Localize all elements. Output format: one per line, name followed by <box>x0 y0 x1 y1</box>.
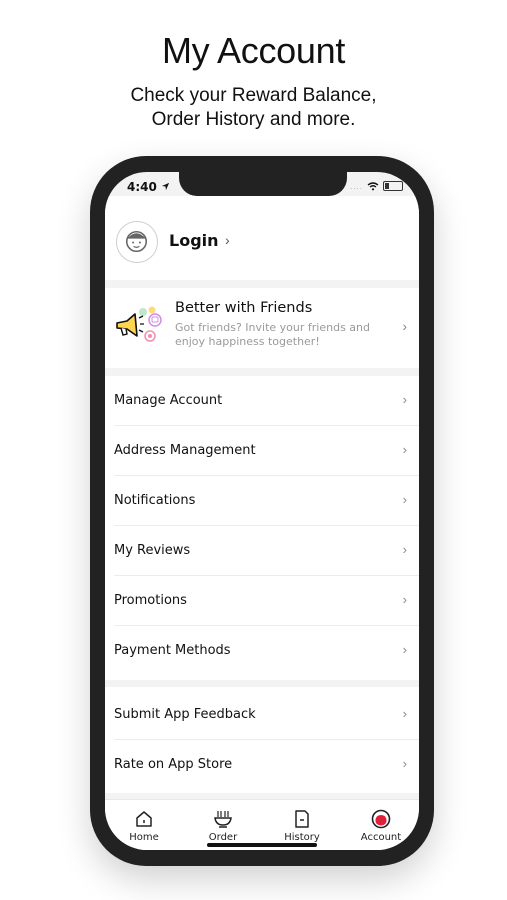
tab-account[interactable]: Account <box>346 808 416 843</box>
promo-subtitle-line-1: Check your Reward Balance, <box>130 85 377 106</box>
menu-item-submit-app-feedback[interactable]: Submit App Feedback › <box>105 690 419 740</box>
menu-item-promotions[interactable]: Promotions › <box>105 576 419 626</box>
menu-item-notifications[interactable]: Notifications › <box>105 476 419 526</box>
signal-dots: .... <box>350 181 363 191</box>
phone-screen: 4:40 .... Login › Better with Friends Go… <box>105 172 419 850</box>
avatar-face-icon <box>116 221 158 263</box>
order-bowl-icon <box>214 811 232 828</box>
menu-item-label: Notifications <box>114 493 196 508</box>
chevron-right-icon: › <box>402 542 407 557</box>
wifi-icon <box>367 181 379 190</box>
chevron-right-icon: › <box>402 756 407 771</box>
menu-group-account: Manage Account › Address Management › No… <box>105 376 419 680</box>
tab-order-label: Order <box>208 832 238 843</box>
tab-order[interactable]: Order <box>188 808 258 843</box>
account-icon <box>371 809 391 829</box>
home-indicator <box>207 843 317 847</box>
chevron-right-icon: › <box>402 442 407 457</box>
promo-subtitle-line-2: Order History and more. <box>151 109 356 130</box>
promo-title: My Account <box>161 30 346 71</box>
phone-notch <box>179 172 347 196</box>
chevron-right-icon: › <box>402 392 407 407</box>
tab-home-label: Home <box>129 832 159 843</box>
battery-icon <box>383 181 403 191</box>
menu-item-manage-account[interactable]: Manage Account › <box>105 376 419 426</box>
tab-history-label: History <box>284 832 320 843</box>
menu-item-address-management[interactable]: Address Management › <box>105 426 419 476</box>
friends-card[interactable]: Better with Friends Got friends? Invite … <box>105 288 419 368</box>
tab-account-label: Account <box>360 832 402 843</box>
status-time-text: 4:40 <box>127 180 157 194</box>
friends-title: Better with Friends <box>175 300 313 316</box>
menu-item-label: My Reviews <box>114 543 191 558</box>
menu-item-label: Rate on App Store <box>114 757 233 772</box>
chevron-right-icon: › <box>402 706 407 721</box>
menu-item-label: Address Management <box>114 443 256 458</box>
tab-history[interactable]: History <box>267 808 337 843</box>
chevron-right-icon: › <box>402 642 407 657</box>
menu-item-label: Payment Methods <box>114 643 231 658</box>
chevron-right-icon: › <box>402 492 407 507</box>
friends-description: Got friends? Invite your friends and enj… <box>175 321 370 348</box>
menu-item-rate-on-app-store[interactable]: Rate on App Store › <box>105 740 419 790</box>
menu-item-label: Submit App Feedback <box>114 707 256 722</box>
location-arrow-icon <box>161 182 170 191</box>
status-time: 4:40 <box>127 180 170 194</box>
phone-frame: 4:40 .... Login › Better with Friends Go… <box>90 156 434 866</box>
menu-item-my-reviews[interactable]: My Reviews › <box>105 526 419 576</box>
friends-chevron-icon: › <box>402 318 407 334</box>
menu-group-app: Submit App Feedback › Rate on App Store … <box>105 687 419 793</box>
login-label[interactable]: Login <box>169 231 219 250</box>
status-icons: .... <box>350 181 403 191</box>
tab-home[interactable]: Home <box>109 808 179 843</box>
login-chevron-icon: › <box>225 232 230 248</box>
menu-item-label: Promotions <box>114 593 187 608</box>
chevron-right-icon: › <box>402 592 407 607</box>
megaphone-icon <box>116 306 162 342</box>
login-card[interactable]: Login › <box>105 196 419 280</box>
menu-item-label: Manage Account <box>114 393 223 408</box>
menu-item-payment-methods[interactable]: Payment Methods › <box>105 626 419 676</box>
history-document-icon <box>295 810 309 828</box>
promo-subtitle: Check your Reward Balance, Order History… <box>0 84 507 132</box>
home-icon <box>136 811 152 827</box>
